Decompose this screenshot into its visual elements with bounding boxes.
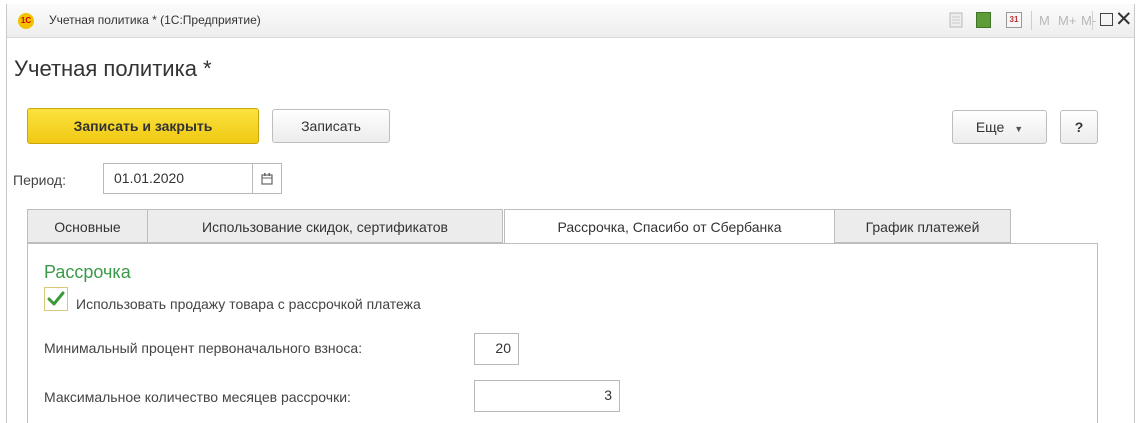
calendar-picker-button[interactable]	[252, 163, 282, 194]
more-button[interactable]: Еще ▼	[952, 110, 1047, 144]
max-months-label: Максимальное количество месяцев рассрочк…	[44, 389, 351, 405]
chevron-down-icon: ▼	[1014, 124, 1024, 134]
tab-main[interactable]: Основные	[27, 209, 148, 243]
tab-bar: Основные Использование скидок, сертифика…	[27, 209, 1111, 245]
calculator-icon[interactable]	[976, 12, 991, 28]
tab-installment-sberbank[interactable]: Рассрочка, Спасибо от Сбербанка	[504, 209, 835, 245]
help-button[interactable]: ?	[1060, 110, 1098, 144]
memory-minus-button[interactable]: M-	[1081, 13, 1096, 28]
memory-plus-button[interactable]: M+	[1058, 13, 1076, 28]
close-icon[interactable]: ✕	[1115, 7, 1133, 32]
use-installment-checkbox[interactable]	[44, 287, 68, 311]
memory-m-button[interactable]: M	[1039, 13, 1050, 28]
use-installment-label: Использовать продажу товара с рассрочкой…	[76, 296, 421, 312]
calendar-icon	[261, 172, 273, 185]
page-title: Учетная политика *	[14, 56, 212, 81]
app-logo-icon: 1С	[18, 13, 34, 29]
period-label: Период:	[13, 172, 66, 188]
min-percent-input[interactable]: 20	[474, 333, 519, 365]
check-icon	[47, 291, 65, 306]
window-title: Учетная политика * (1С:Предприятие)	[49, 13, 261, 27]
period-input[interactable]: 01.01.2020	[103, 163, 252, 194]
calendar-icon[interactable]: 31	[1006, 12, 1022, 28]
save-and-close-button[interactable]: Записать и закрыть	[27, 108, 259, 144]
toolbar-separator	[1031, 11, 1032, 30]
more-button-label: Еще	[975, 119, 1005, 135]
title-bar: 1С Учетная политика * (1С:Предприятие) 3…	[7, 4, 1134, 38]
tab-payment-schedule[interactable]: График платежей	[834, 209, 1011, 243]
save-button[interactable]: Записать	[272, 109, 390, 143]
restore-window-icon[interactable]	[1100, 13, 1113, 26]
installment-section-title: Рассрочка	[44, 262, 131, 282]
min-percent-label: Минимальный процент первоначального взно…	[44, 340, 363, 356]
toolbar-separator	[1092, 11, 1093, 30]
tab-discounts-certificates[interactable]: Использование скидок, сертификатов	[147, 209, 503, 243]
max-months-input[interactable]: 3	[474, 380, 620, 412]
print-icon[interactable]	[949, 12, 963, 28]
